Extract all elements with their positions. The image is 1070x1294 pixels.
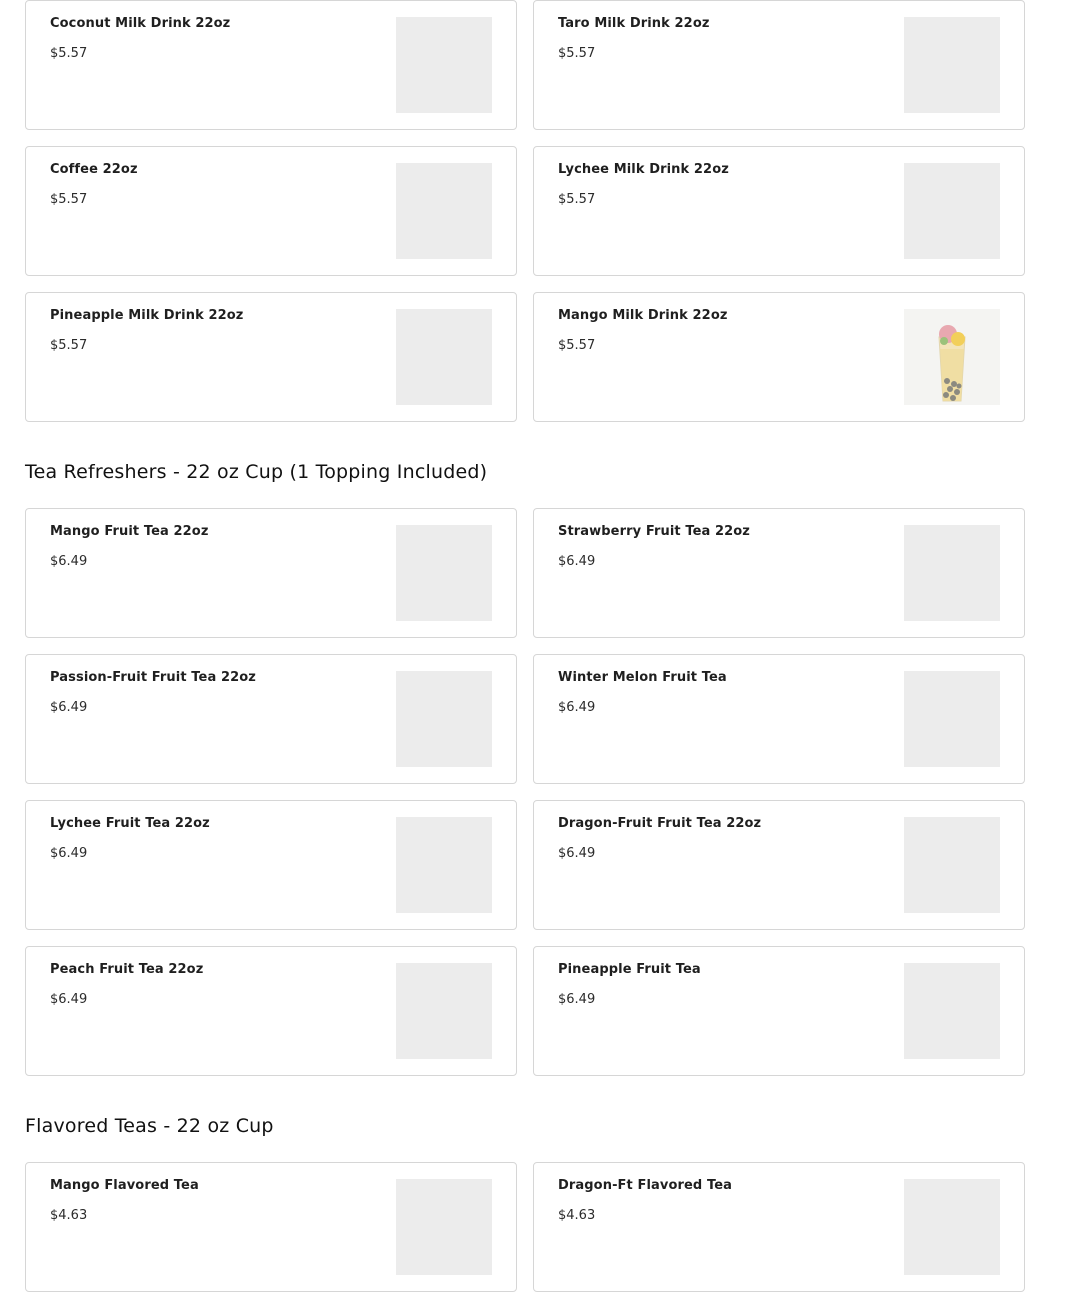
item-price: $5.57 (50, 338, 88, 353)
item-price: $6.49 (558, 554, 596, 569)
menu-item-card[interactable]: Mango Milk Drink 22oz $5.57 (533, 292, 1025, 422)
item-image-placeholder (904, 17, 1000, 113)
item-price: $6.49 (50, 554, 88, 569)
item-name: Coconut Milk Drink 22oz (50, 16, 231, 31)
item-price: $6.49 (50, 846, 88, 861)
menu-item-card[interactable]: Lychee Milk Drink 22oz $5.57 (533, 146, 1025, 276)
menu-item-card[interactable]: Winter Melon Fruit Tea $6.49 (533, 654, 1025, 784)
item-photo-mango-milk-drink (904, 309, 1000, 405)
item-name: Pineapple Milk Drink 22oz (50, 308, 244, 323)
item-price: $5.57 (558, 46, 596, 61)
item-price: $6.49 (50, 992, 88, 1007)
item-image-placeholder (904, 963, 1000, 1059)
menu-section-tea-refreshers: Mango Fruit Tea 22oz $6.49 Strawberry Fr… (25, 508, 1025, 1076)
item-image-placeholder (904, 817, 1000, 913)
menu-item-card[interactable]: Taro Milk Drink 22oz $5.57 (533, 0, 1025, 130)
menu-section-flavored-teas: Mango Flavored Tea $4.63 Dragon-Ft Flavo… (25, 1162, 1025, 1292)
item-price: $4.63 (50, 1208, 88, 1223)
menu-item-card[interactable]: Dragon-Ft Flavored Tea $4.63 (533, 1162, 1025, 1292)
menu-item-card[interactable]: Pineapple Milk Drink 22oz $5.57 (25, 292, 517, 422)
item-name: Pineapple Fruit Tea (558, 962, 701, 977)
item-name: Coffee 22oz (50, 162, 138, 177)
item-image-placeholder (396, 309, 492, 405)
item-image-placeholder (904, 163, 1000, 259)
item-price: $6.49 (558, 846, 596, 861)
item-name: Mango Fruit Tea 22oz (50, 524, 209, 539)
menu-item-card[interactable]: Coconut Milk Drink 22oz $5.57 (25, 0, 517, 130)
item-image-placeholder (396, 17, 492, 113)
item-name: Dragon-Fruit Fruit Tea 22oz (558, 816, 762, 831)
menu-item-card[interactable]: Dragon-Fruit Fruit Tea 22oz $6.49 (533, 800, 1025, 930)
item-name: Lychee Milk Drink 22oz (558, 162, 729, 177)
item-image-placeholder (396, 163, 492, 259)
item-price: $6.49 (50, 700, 88, 715)
menu-item-card[interactable]: Mango Flavored Tea $4.63 (25, 1162, 517, 1292)
menu-item-card[interactable]: Mango Fruit Tea 22oz $6.49 (25, 508, 517, 638)
item-image-placeholder (396, 671, 492, 767)
item-price: $5.57 (558, 338, 596, 353)
item-image-placeholder (396, 525, 492, 621)
section-title-tea-refreshers: Tea Refreshers - 22 oz Cup (1 Topping In… (25, 461, 488, 483)
item-price: $5.57 (558, 192, 596, 207)
item-image-placeholder (396, 963, 492, 1059)
section-title-flavored-teas: Flavored Teas - 22 oz Cup (25, 1115, 274, 1137)
item-price: $6.49 (558, 992, 596, 1007)
item-name: Dragon-Ft Flavored Tea (558, 1178, 732, 1193)
item-price: $6.49 (558, 700, 596, 715)
menu-item-card[interactable]: Passion-Fruit Fruit Tea 22oz $6.49 (25, 654, 517, 784)
menu-item-card[interactable]: Peach Fruit Tea 22oz $6.49 (25, 946, 517, 1076)
menu-section-milk-drinks: Coconut Milk Drink 22oz $5.57 Taro Milk … (25, 0, 1025, 422)
menu-page: Coconut Milk Drink 22oz $5.57 Taro Milk … (25, 0, 1025, 1292)
item-image-placeholder (904, 1179, 1000, 1275)
item-name: Winter Melon Fruit Tea (558, 670, 727, 685)
item-name: Peach Fruit Tea 22oz (50, 962, 204, 977)
menu-item-card[interactable]: Coffee 22oz $5.57 (25, 146, 517, 276)
item-price: $5.57 (50, 46, 88, 61)
item-name: Mango Milk Drink 22oz (558, 308, 728, 323)
item-image-placeholder (396, 1179, 492, 1275)
item-name: Strawberry Fruit Tea 22oz (558, 524, 750, 539)
item-name: Passion-Fruit Fruit Tea 22oz (50, 670, 256, 685)
item-image-placeholder (396, 817, 492, 913)
item-name: Lychee Fruit Tea 22oz (50, 816, 210, 831)
item-image-placeholder (904, 671, 1000, 767)
item-price: $5.57 (50, 192, 88, 207)
drink-cup-image (904, 309, 1000, 405)
menu-item-card[interactable]: Pineapple Fruit Tea $6.49 (533, 946, 1025, 1076)
menu-item-card[interactable]: Strawberry Fruit Tea 22oz $6.49 (533, 508, 1025, 638)
menu-item-card[interactable]: Lychee Fruit Tea 22oz $6.49 (25, 800, 517, 930)
item-price: $4.63 (558, 1208, 596, 1223)
item-image-placeholder (904, 525, 1000, 621)
item-name: Mango Flavored Tea (50, 1178, 199, 1193)
item-name: Taro Milk Drink 22oz (558, 16, 710, 31)
